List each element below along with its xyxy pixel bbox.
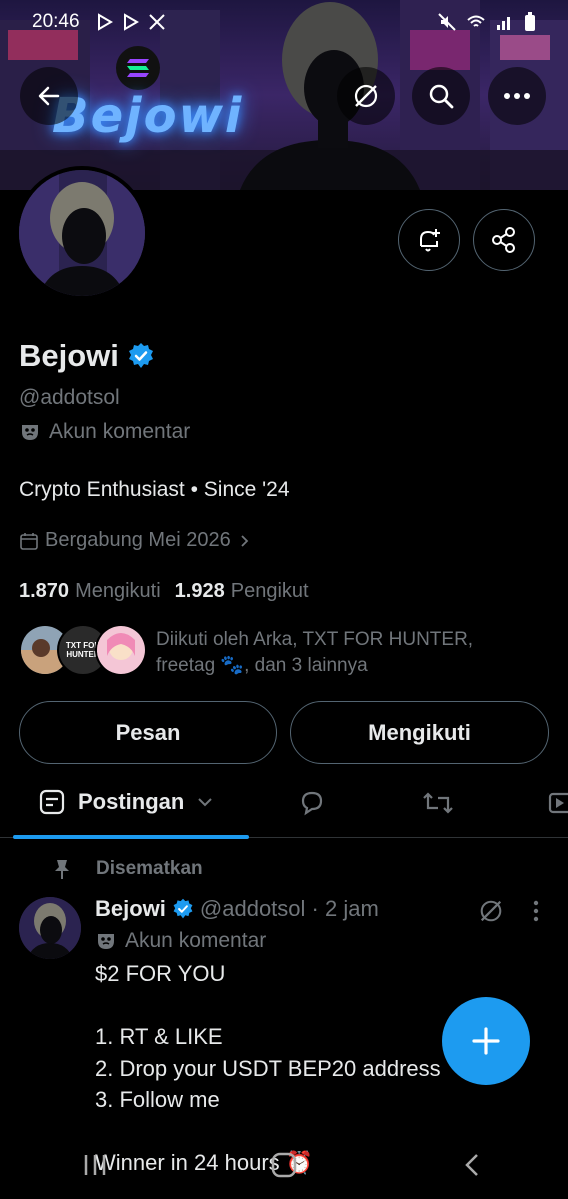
- avatar-image: [19, 170, 145, 296]
- solana-logo-icon: [116, 46, 160, 90]
- status-time: 20:46: [32, 11, 80, 32]
- profile-name-text: Bejowi: [19, 338, 119, 373]
- joined-date[interactable]: Bergabung Mei 2026: [19, 529, 253, 552]
- tab-media[interactable]: [548, 788, 568, 818]
- follower-avatar: [95, 624, 147, 676]
- following-label: Mengikuti: [75, 580, 161, 602]
- chevron-right-icon: [241, 534, 248, 547]
- verified-badge-icon: [173, 898, 193, 919]
- status-bar: 20:46: [0, 8, 568, 36]
- profile-bio: Crypto Enthusiast • Since '24: [19, 478, 290, 501]
- search-button[interactable]: [412, 67, 470, 125]
- profile-tabs: Postingan: [0, 770, 568, 839]
- profile-handle: @addotsol: [19, 386, 120, 409]
- following-link[interactable]: 1.870 Mengikuti: [19, 580, 161, 603]
- follow-counts: 1.870 Mengikuti 1.928 Pengikut: [19, 580, 309, 603]
- post-author-name[interactable]: Bejowi: [95, 896, 166, 922]
- home-icon[interactable]: [269, 1150, 299, 1180]
- mask-icon: [98, 934, 114, 949]
- tab-replies[interactable]: [297, 788, 327, 818]
- followers-label: Pengikut: [230, 580, 309, 602]
- posts-icon: [39, 789, 65, 815]
- mask-icon: [22, 425, 38, 440]
- mute-icon: [438, 13, 456, 31]
- following-button[interactable]: Mengikuti: [290, 701, 549, 764]
- pinned-label: Disematkan: [96, 858, 203, 879]
- verified-badge-icon: [128, 343, 153, 368]
- system-nav-bar: [0, 1130, 568, 1199]
- post-header: Bejowi @addotsol · 2 jam: [95, 896, 379, 922]
- notify-button[interactable]: [398, 209, 460, 271]
- x-logo-icon: [149, 14, 165, 30]
- joined-text: Bergabung Mei 2026: [45, 529, 231, 551]
- followers-link[interactable]: 1.928 Pengikut: [175, 580, 309, 603]
- pinned-indicator: Disematkan: [52, 858, 203, 880]
- search-icon: [429, 84, 454, 109]
- pin-icon: [55, 860, 69, 879]
- wifi-icon: [467, 15, 485, 27]
- bell-plus-icon: [420, 229, 440, 252]
- profile-avatar[interactable]: [15, 166, 149, 300]
- share-button[interactable]: [473, 209, 535, 271]
- active-tab-indicator: [13, 835, 249, 839]
- following-count: 1.870: [19, 580, 70, 602]
- comment-account-text: Akun komentar: [49, 420, 191, 443]
- followed-by-avatars[interactable]: TXT FOR HUNTER: [19, 624, 147, 676]
- tab-posts-label: Postingan: [78, 789, 185, 814]
- back-button[interactable]: [20, 67, 78, 125]
- play-store-icon: [124, 13, 139, 31]
- calendar-icon: [20, 532, 38, 550]
- more-button[interactable]: [488, 67, 546, 125]
- avatar-image: [19, 897, 81, 959]
- tab-posts[interactable]: Postingan: [38, 788, 214, 816]
- play-store-icon: [98, 13, 113, 31]
- signal-icon: [497, 17, 510, 30]
- post-comment-text: Akun komentar: [125, 929, 267, 952]
- post-handle-time: @addotsol · 2 jam: [199, 896, 379, 921]
- share-icon: [492, 227, 515, 253]
- tab-reposts[interactable]: [422, 788, 454, 818]
- grok-icon[interactable]: [478, 898, 504, 924]
- followed-by-text[interactable]: Diikuti oleh Arka, TXT FOR HUNTER, freet…: [156, 627, 536, 679]
- more-icon: [504, 93, 530, 99]
- back-arrow-icon: [38, 86, 60, 106]
- post-more-icon[interactable]: [532, 899, 540, 923]
- profile-name: Bejowi: [19, 338, 155, 374]
- back-nav-icon[interactable]: [458, 1150, 488, 1180]
- compose-button[interactable]: [442, 997, 530, 1085]
- comment-account-label: Akun komentar: [19, 420, 190, 444]
- post-comment-label: Akun komentar: [95, 929, 266, 953]
- grok-button[interactable]: [337, 67, 395, 125]
- battery-icon: [525, 12, 535, 31]
- post-avatar[interactable]: [19, 897, 81, 959]
- grok-icon: [354, 84, 378, 108]
- banner-neon-text: Bejowi: [52, 88, 244, 144]
- plus-icon: [472, 1027, 500, 1055]
- followers-count: 1.928: [174, 580, 225, 602]
- chevron-down-icon: [198, 798, 213, 807]
- recent-apps-icon[interactable]: [80, 1150, 110, 1180]
- message-button[interactable]: Pesan: [19, 701, 277, 764]
